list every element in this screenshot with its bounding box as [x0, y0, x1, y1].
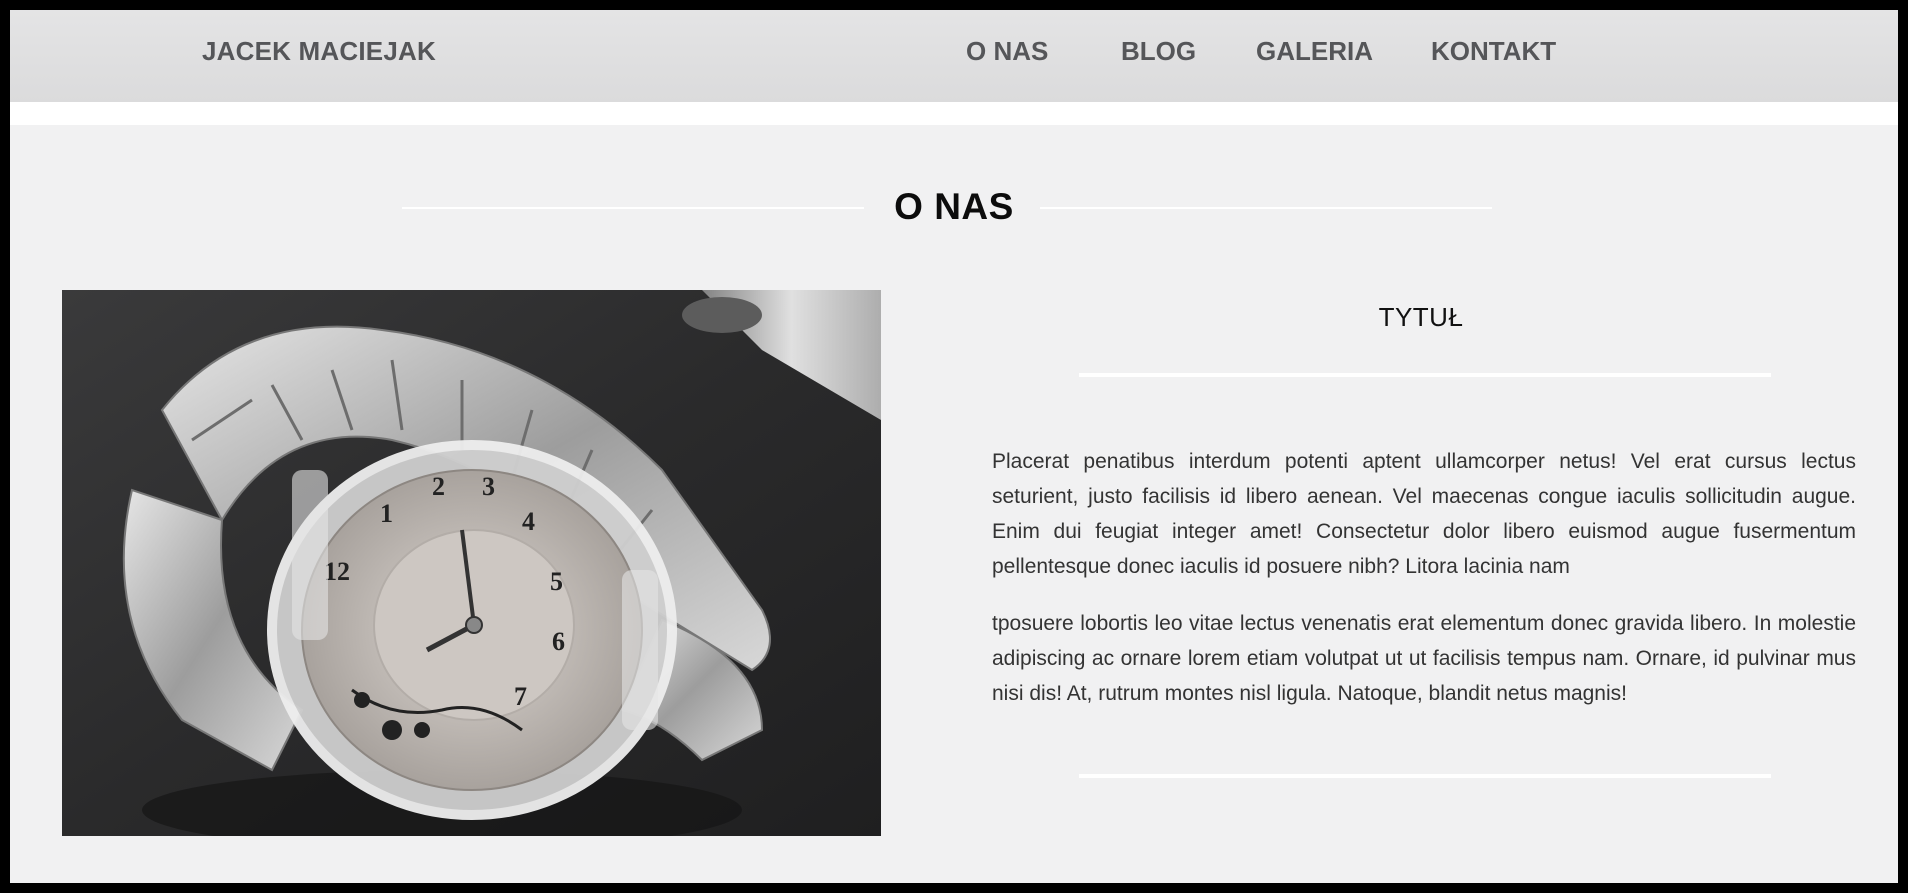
svg-text:5: 5	[550, 567, 563, 596]
content-paragraph-2: tposuere lobortis leo vitae lectus venen…	[992, 612, 1856, 705]
svg-text:4: 4	[522, 507, 535, 536]
svg-text:2: 2	[432, 472, 445, 501]
top-navbar: JACEK MACIEJAK O NAS BLOG GALERIA KONTAK…	[10, 10, 1898, 102]
header-separator-band	[10, 102, 1898, 125]
nav-link-o-nas[interactable]: O NAS	[966, 36, 1048, 67]
content-subtitle: TYTUŁ	[1378, 302, 1464, 332]
svg-text:3: 3	[482, 472, 495, 501]
svg-text:7: 7	[514, 682, 527, 711]
wristwatch-image: 12 1 2 3 4 5 6 7	[62, 290, 881, 836]
nav-link-kontakt[interactable]: KONTAKT	[1431, 36, 1556, 67]
subtitle-rule-top	[1079, 373, 1771, 377]
page-frame: JACEK MACIEJAK O NAS BLOG GALERIA KONTAK…	[10, 10, 1898, 883]
nav-link-galeria[interactable]: GALERIA	[1256, 36, 1373, 67]
subtitle-rule-bottom	[1079, 774, 1771, 778]
svg-text:6: 6	[552, 627, 565, 656]
content-paragraph-1: Placerat penatibus interdum potenti apte…	[992, 450, 1856, 578]
brand-logo-text[interactable]: JACEK MACIEJAK	[202, 36, 436, 67]
watch-photo: 12 1 2 3 4 5 6 7	[62, 290, 881, 836]
nav-link-blog[interactable]: BLOG	[1121, 36, 1196, 67]
svg-text:1: 1	[380, 499, 393, 528]
section-title: O NAS	[894, 186, 1014, 227]
